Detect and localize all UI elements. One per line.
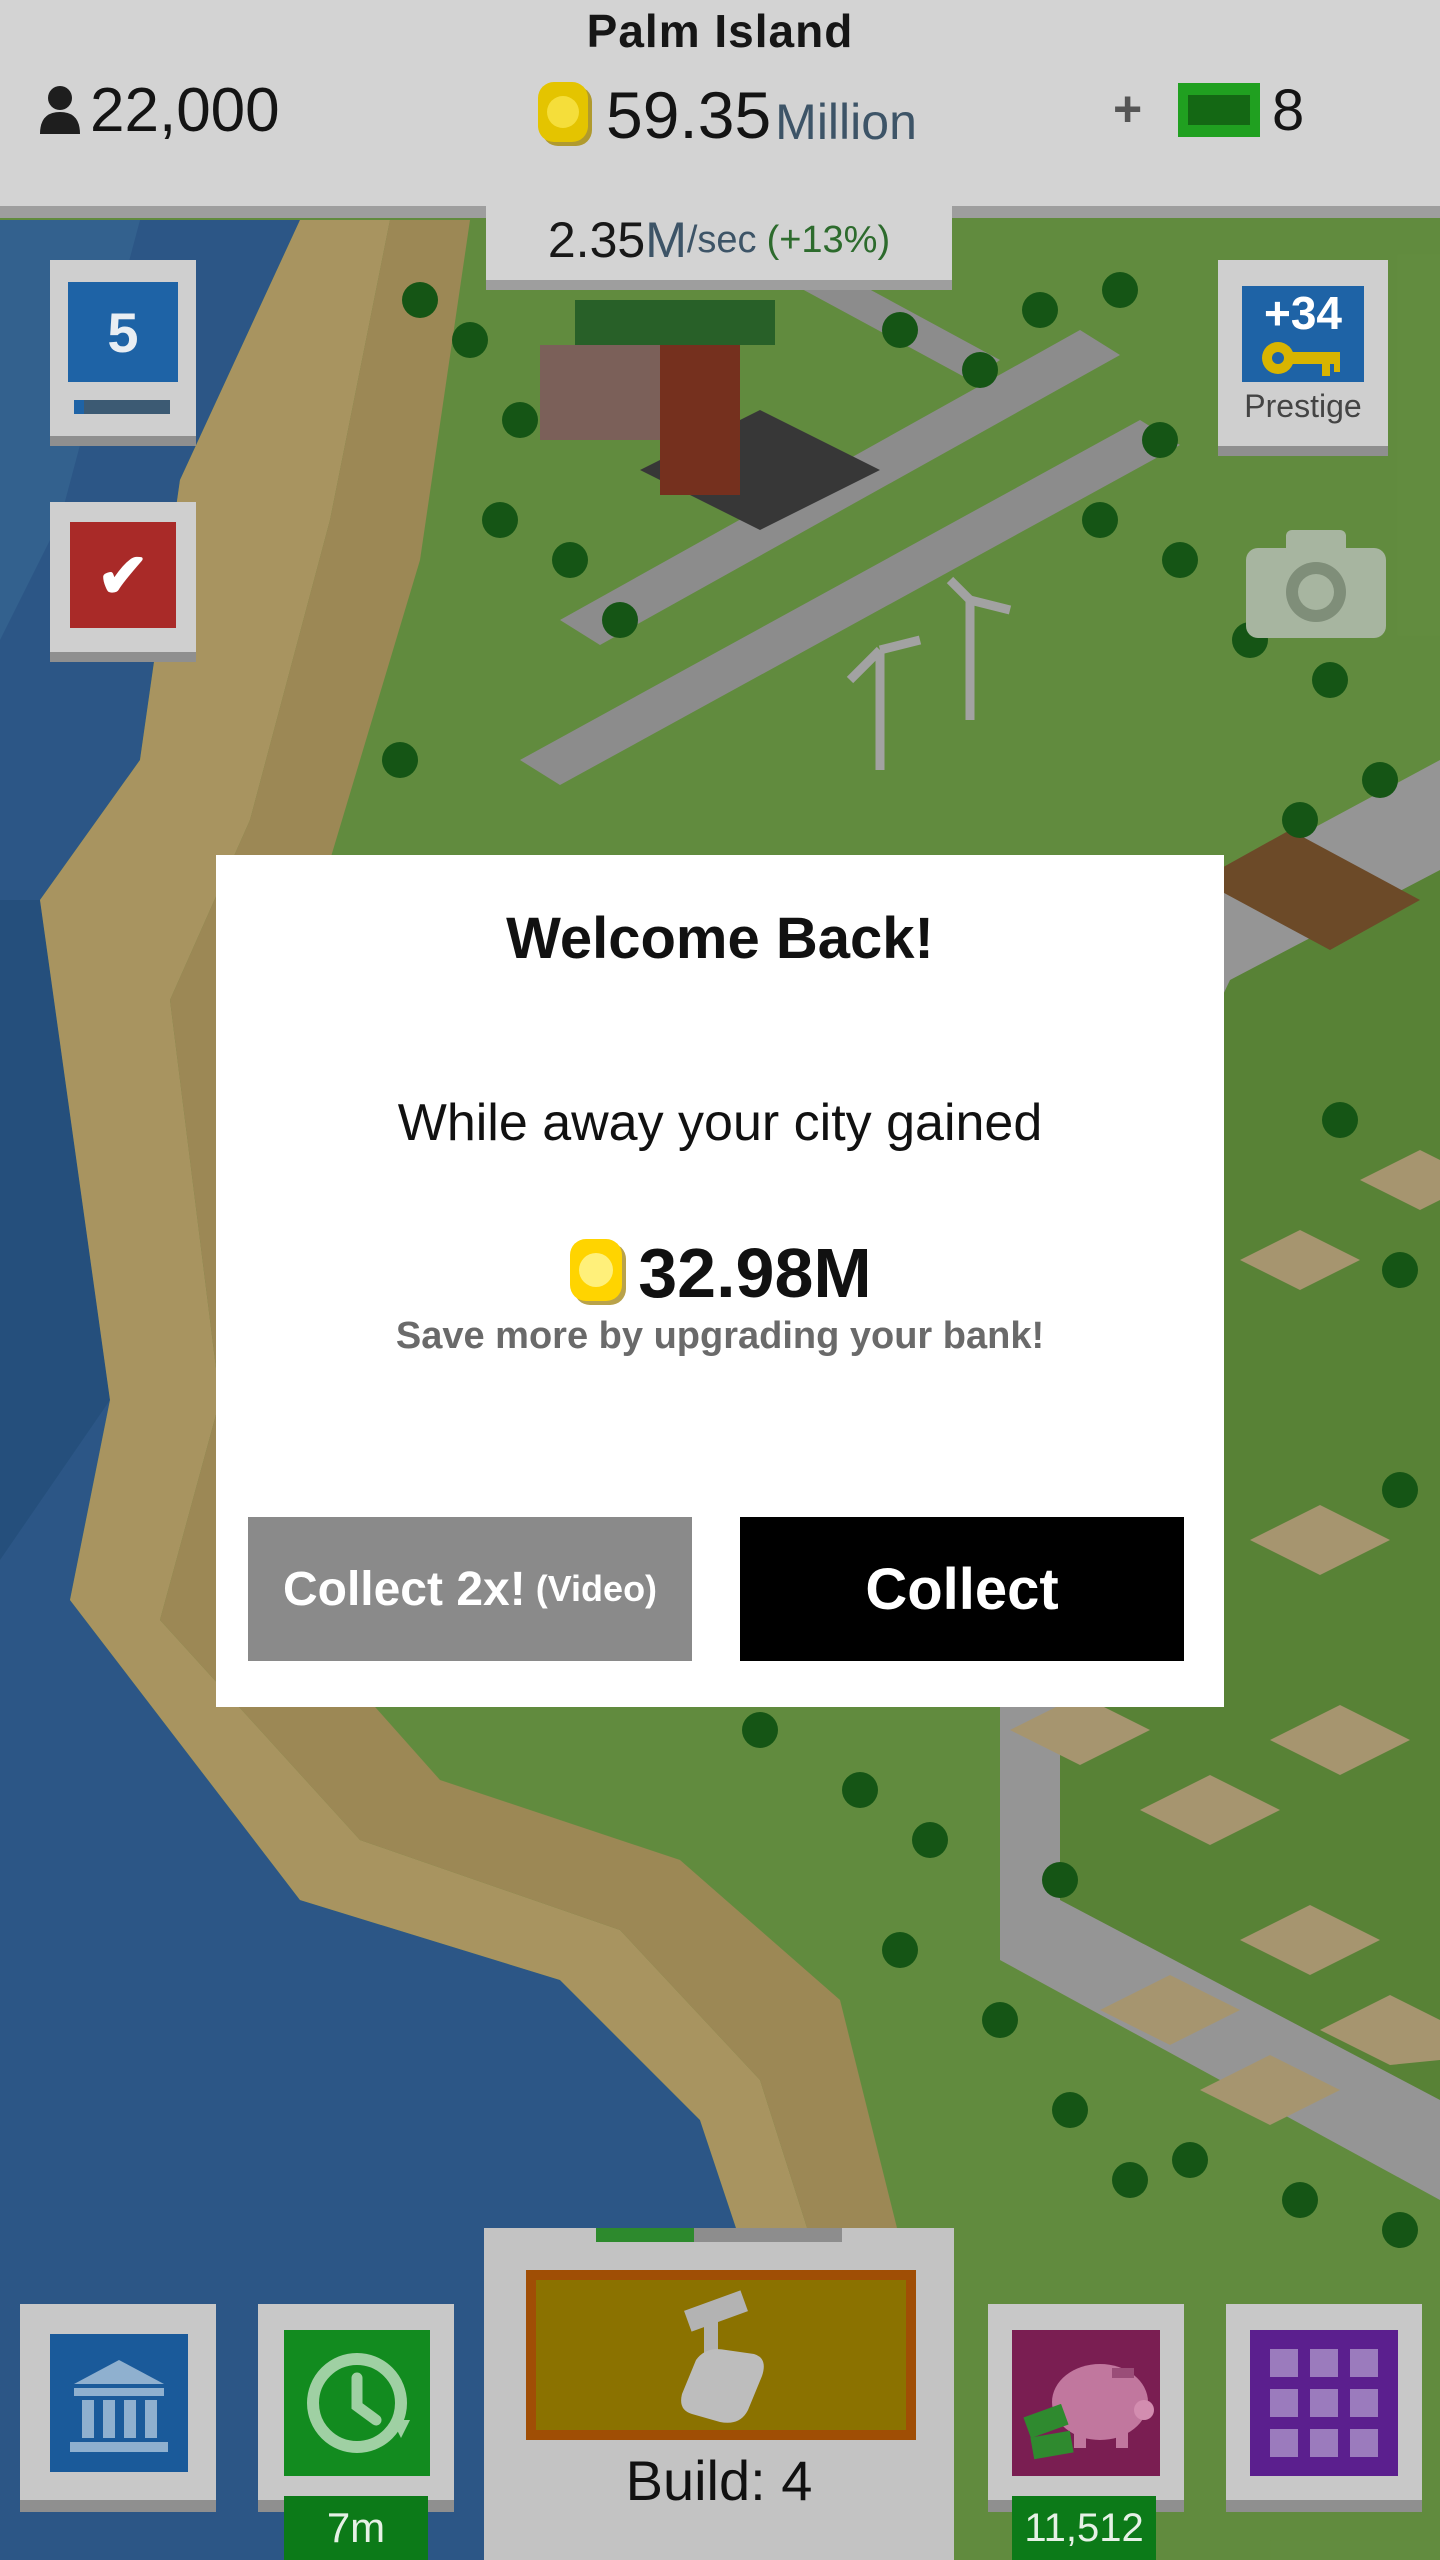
money-unit: Million xyxy=(775,94,917,150)
top-status-bar: Palm Island 22,000 59.35 Million + 8 xyxy=(0,0,1440,212)
piggy-bank-icon xyxy=(1012,2330,1160,2476)
income-rate-unit: M xyxy=(645,212,687,268)
level-progress-bar xyxy=(74,400,170,414)
bank-button[interactable] xyxy=(20,2304,216,2500)
person-icon xyxy=(40,86,80,134)
cash-count: 8 xyxy=(1272,77,1305,143)
buy-cash-button[interactable]: + xyxy=(1113,80,1142,138)
population-count: 22,000 xyxy=(90,75,280,145)
money-value: 59.35 xyxy=(606,78,772,152)
bank-upgrade-hint: Save more by upgrading your bank! xyxy=(395,1315,1045,1357)
dialog-message: While away your city gained xyxy=(397,1094,1043,1152)
hammer-hand-icon xyxy=(526,2270,916,2440)
prestige-badge: +34 xyxy=(1242,286,1364,382)
offline-earnings-amount: 32.98M xyxy=(638,1234,872,1312)
time-boost-label: 7m xyxy=(284,2496,428,2560)
bank-icon xyxy=(50,2334,188,2472)
camera-icon[interactable] xyxy=(1246,526,1386,638)
piggy-bank-button[interactable] xyxy=(988,2304,1184,2500)
income-rate-tab: 2.35 M /sec (+13%) xyxy=(486,200,952,290)
checkmark-icon: ✔ xyxy=(70,522,176,628)
prestige-bonus: +34 xyxy=(1263,287,1343,339)
income-rate-value: 2.35 xyxy=(547,212,646,268)
grid-icon xyxy=(1250,2330,1398,2476)
time-boost-button[interactable] xyxy=(258,2304,454,2500)
dialog-title: Welcome Back! xyxy=(506,906,934,971)
coin-icon xyxy=(538,82,592,146)
build-count: Build: 4 xyxy=(625,2449,813,2512)
collect-button[interactable]: Collect xyxy=(740,1517,1184,1661)
income-rate-bonus: (+13%) xyxy=(766,218,891,261)
level-number: 5 xyxy=(68,282,178,382)
level-progress-fill xyxy=(74,400,84,414)
money-display: 59.35 Million xyxy=(536,70,917,160)
city-name: Palm Island xyxy=(586,5,854,57)
cash-display: 8 xyxy=(1178,74,1304,146)
menu-button[interactable] xyxy=(1226,2304,1422,2500)
build-progress-fill xyxy=(596,2228,695,2242)
coin-icon xyxy=(570,1239,627,1305)
key-icon xyxy=(1262,342,1340,376)
level-button[interactable]: 5 xyxy=(50,260,196,436)
offline-earnings: 32.98M xyxy=(216,1225,1224,1321)
build-button[interactable]: Build: 4 xyxy=(484,2228,954,2560)
tasks-button[interactable]: ✔ xyxy=(50,502,196,652)
collect-double-sub-label: (Video) xyxy=(535,1568,658,1609)
prestige-button[interactable]: +34 Prestige xyxy=(1218,260,1388,446)
population-display: 22,000 xyxy=(38,70,280,150)
prestige-label: Prestige xyxy=(1244,388,1362,424)
piggy-bank-value: 11,512 xyxy=(1012,2496,1156,2560)
clock-refresh-icon xyxy=(284,2330,430,2476)
income-rate-per: /sec xyxy=(686,218,757,261)
collect-double-video-button[interactable]: Collect 2x! (Video) xyxy=(248,1517,692,1661)
build-progress-bar xyxy=(596,2228,842,2242)
welcome-back-dialog: Welcome Back! While away your city gaine… xyxy=(216,855,1224,1707)
collect-double-label: Collect 2x! xyxy=(282,1562,526,1616)
cash-icon xyxy=(1178,83,1260,137)
